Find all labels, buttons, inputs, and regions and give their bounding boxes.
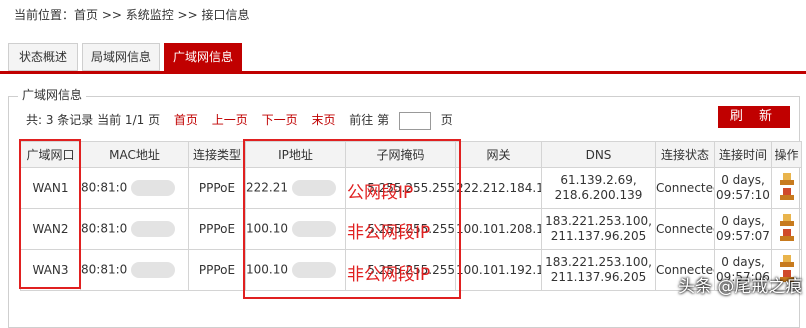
annotation-private-ip: 非公网段IP bbox=[347, 265, 431, 285]
col-header-conn-status: 连接状态 bbox=[655, 141, 715, 168]
cell-dns: 61.139.2.69, 218.6.200.139 bbox=[541, 167, 656, 209]
tab-status-overview[interactable]: 状态概述 bbox=[8, 43, 78, 71]
mac-text: 80:81:0 bbox=[81, 262, 128, 277]
redacted-blur bbox=[291, 180, 336, 196]
tab-wan-info[interactable]: 广域网信息 bbox=[164, 43, 242, 71]
ip-text: 100.10 bbox=[246, 262, 289, 277]
dns-secondary: 211.137.96.205 bbox=[550, 270, 647, 284]
record-summary: 共: 3 条记录 当前 1/1 页 bbox=[26, 113, 161, 127]
mac-text: 80:81:0 bbox=[81, 180, 128, 195]
goto-suffix: 页 bbox=[440, 113, 453, 127]
redacted-blur bbox=[131, 180, 176, 196]
col-header-actions: 操作 bbox=[771, 141, 802, 168]
cell-wan-port: WAN2 bbox=[20, 208, 81, 250]
cell-conn-time: 0 days, 09:57:07 bbox=[714, 208, 772, 250]
prev-page-link[interactable]: 上一页 bbox=[212, 113, 248, 127]
mac-text: 80:81:0 bbox=[81, 221, 128, 236]
conn-clock: 09:57:07 bbox=[716, 229, 770, 243]
dns-primary: 183.221.253.100, bbox=[545, 255, 652, 269]
cell-gateway: 222.212.184.1 bbox=[455, 167, 542, 209]
cell-actions bbox=[771, 208, 802, 250]
first-page-link[interactable]: 首页 bbox=[174, 113, 198, 127]
col-header-ip: IP地址 bbox=[245, 141, 346, 168]
col-header-wan-port: 广域网口 bbox=[20, 141, 81, 168]
conn-days: 0 days, bbox=[721, 255, 765, 269]
cell-gateway: 100.101.192.1 bbox=[455, 249, 542, 291]
dns-secondary: 211.137.96.205 bbox=[550, 229, 647, 243]
dns-primary: 61.139.2.69, bbox=[560, 173, 637, 187]
conn-days: 0 days, bbox=[721, 214, 765, 228]
goto-prefix: 前往 第 bbox=[349, 113, 390, 127]
disconnect-icon[interactable] bbox=[779, 229, 794, 241]
cell-conn-status: Connected bbox=[655, 208, 715, 250]
cell-wan-port: WAN3 bbox=[20, 249, 81, 291]
page-number-input[interactable] bbox=[398, 111, 431, 130]
breadcrumb: 当前位置：首页 >> 系统监控 >> 接口信息 bbox=[14, 8, 250, 22]
connect-icon[interactable] bbox=[779, 214, 794, 226]
ip-text: 100.10 bbox=[246, 221, 289, 236]
redacted-blur bbox=[131, 221, 176, 237]
redacted-blur bbox=[291, 262, 336, 278]
dns-primary: 183.221.253.100, bbox=[545, 214, 652, 228]
redacted-blur bbox=[131, 262, 176, 278]
col-header-conn-time: 连接时间 bbox=[714, 141, 772, 168]
conn-days: 0 days, bbox=[721, 173, 765, 187]
cell-wan-port: WAN1 bbox=[20, 167, 81, 209]
cell-conn-status: Connected bbox=[655, 167, 715, 209]
ip-text: 222.21 bbox=[246, 180, 289, 195]
pager: 共: 3 条记录 当前 1/1 页 首页 上一页 下一页 末页 前往 第 页 bbox=[26, 111, 453, 130]
cell-conn-time: 0 days, 09:57:10 bbox=[714, 167, 772, 209]
annotation-public-ip: 公网段IP bbox=[347, 183, 414, 203]
next-page-link[interactable]: 下一页 bbox=[262, 113, 298, 127]
cell-ip: 222.21 bbox=[245, 167, 346, 209]
cell-dns: 183.221.253.100, 211.137.96.205 bbox=[541, 249, 656, 291]
watermark: 头条 @尾戒之痕 bbox=[678, 277, 803, 297]
col-header-dns: DNS bbox=[541, 141, 656, 168]
col-header-subnet-mask: 子网掩码 bbox=[345, 141, 456, 168]
connect-icon[interactable] bbox=[779, 173, 794, 185]
cell-conn-type: PPPoE bbox=[188, 208, 246, 250]
cell-actions bbox=[771, 167, 802, 209]
col-header-gateway: 网关 bbox=[455, 141, 542, 168]
cell-mac: 80:81:0 bbox=[80, 208, 189, 250]
cell-mac: 80:81:0 bbox=[80, 249, 189, 291]
tab-lan-info[interactable]: 局域网信息 bbox=[82, 43, 160, 71]
col-header-conn-type: 连接类型 bbox=[188, 141, 246, 168]
cell-mac: 80:81:0 bbox=[80, 167, 189, 209]
cell-dns: 183.221.253.100, 211.137.96.205 bbox=[541, 208, 656, 250]
cell-gateway: 100.101.208.1 bbox=[455, 208, 542, 250]
table-header-row: 广域网口 MAC地址 连接类型 IP地址 子网掩码 网关 DNS 连接状态 连接… bbox=[20, 141, 802, 168]
tab-underline bbox=[0, 71, 806, 74]
conn-clock: 09:57:10 bbox=[716, 188, 770, 202]
cell-conn-type: PPPoE bbox=[188, 249, 246, 291]
dns-secondary: 218.6.200.139 bbox=[554, 188, 643, 202]
section-title: 广域网信息 bbox=[18, 86, 87, 103]
cell-ip: 100.10 bbox=[245, 249, 346, 291]
redacted-blur bbox=[291, 221, 336, 237]
last-page-link[interactable]: 末页 bbox=[311, 113, 335, 127]
connect-icon[interactable] bbox=[779, 255, 794, 267]
disconnect-icon[interactable] bbox=[779, 188, 794, 200]
annotation-private-ip: 非公网段IP bbox=[347, 223, 431, 243]
col-header-mac: MAC地址 bbox=[80, 141, 189, 168]
cell-conn-type: PPPoE bbox=[188, 167, 246, 209]
refresh-button[interactable]: 刷 新 bbox=[718, 106, 790, 128]
cell-ip: 100.10 bbox=[245, 208, 346, 250]
